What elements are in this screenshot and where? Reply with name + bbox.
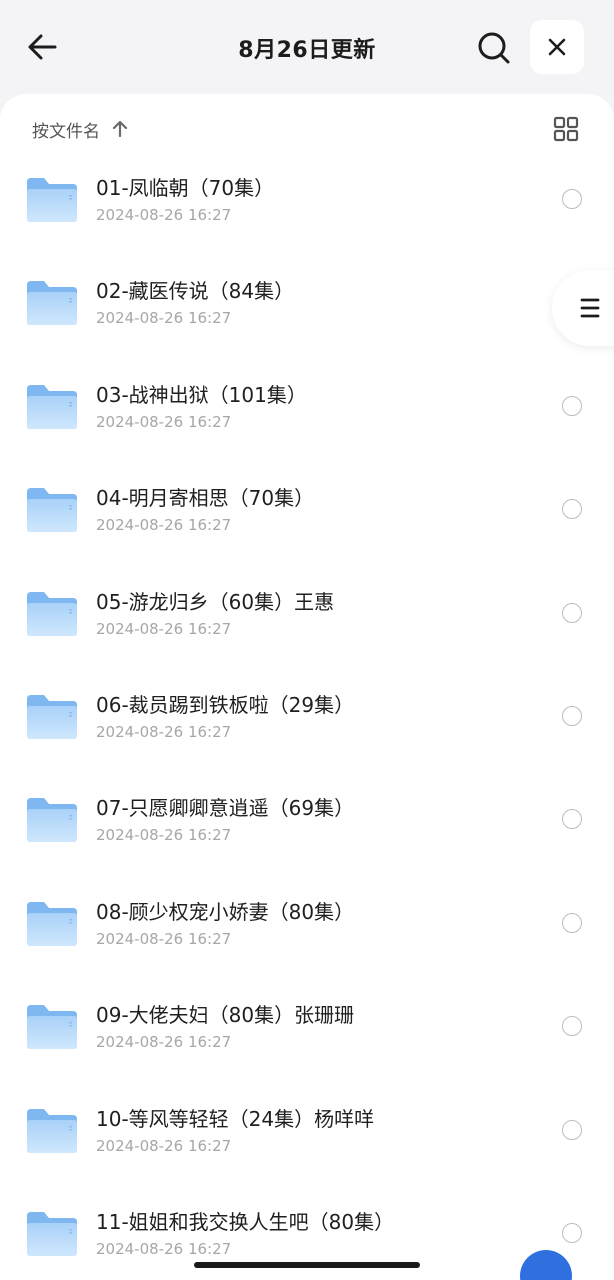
search-button[interactable] [473, 27, 515, 69]
folder-name: 06-裁员踢到铁板啦（29集） [96, 692, 355, 717]
list-item[interactable]: 06-裁员踢到铁板啦（29集） 2024-08-26 16:27 [0, 689, 614, 792]
folder-name: 10-等风等轻轻（24集）杨咩咩 [96, 1106, 375, 1131]
folder-date: 2024-08-26 16:27 [96, 619, 232, 638]
select-radio[interactable] [562, 395, 582, 416]
list-item[interactable]: 01-凤临朝（70集） 2024-08-26 16:27 [0, 172, 614, 275]
list-item[interactable]: 10-等风等轻轻（24集）杨咩咩 2024-08-26 16:27 [0, 1103, 614, 1206]
folder-icon [27, 591, 77, 636]
folder-name: 04-明月寄相思（70集） [96, 486, 315, 511]
folder-icon [27, 384, 77, 429]
search-icon [478, 32, 510, 64]
page-title: 8月26日更新 [238, 38, 376, 63]
folder-name: 03-战神出狱（101集） [96, 382, 307, 407]
select-radio[interactable] [562, 705, 582, 726]
select-radio[interactable] [562, 189, 582, 209]
list-item[interactable]: 04-明月寄相思（70集） 2024-08-26 16:27 [0, 482, 614, 585]
list-item[interactable]: 08-顾少权宠小娇妻（80集） 2024-08-26 16:27 [0, 896, 614, 999]
folder-date: 2024-08-26 16:27 [96, 1136, 232, 1155]
folder-name: 01-凤临朝（70集） [96, 176, 275, 200]
select-radio[interactable] [562, 499, 582, 520]
list-item[interactable]: 07-只愿卿卿意逍遥（69集） 2024-08-26 16:27 [0, 792, 614, 895]
folder-date: 2024-08-26 16:27 [96, 309, 232, 328]
sort-label: 按文件名 [32, 121, 100, 142]
folder-name: 09-大佬夫妇（80集）张珊珊 [96, 1003, 355, 1028]
select-radio[interactable] [562, 1119, 582, 1140]
file-browser-screen: 8月26日更新 按文件名 01-凤临朝（70集） 2024-08-26 16:2… [0, 0, 614, 1280]
folder-date: 2024-08-26 16:27 [96, 516, 232, 535]
select-radio[interactable] [562, 1222, 582, 1243]
folder-icon [27, 798, 77, 843]
select-radio[interactable] [562, 602, 582, 623]
close-icon [548, 38, 566, 56]
select-radio[interactable] [562, 912, 582, 933]
folder-date: 2024-08-26 16:27 [96, 826, 232, 845]
home-indicator[interactable] [194, 1262, 420, 1268]
folder-name: 08-顾少权宠小娇妻（80集） [96, 899, 355, 924]
folder-name: 05-游龙归乡（60集）王惠 [96, 589, 335, 614]
folder-icon [27, 1108, 77, 1153]
folder-icon [27, 694, 77, 739]
folder-icon [27, 1005, 77, 1050]
folder-date: 2024-08-26 16:27 [96, 1033, 232, 1052]
folder-date: 2024-08-26 16:27 [96, 722, 232, 741]
folder-icon [27, 488, 77, 533]
top-bar: 8月26日更新 [0, 0, 614, 96]
folder-date: 2024-08-26 16:27 [96, 929, 232, 948]
select-radio[interactable] [562, 1016, 582, 1037]
list-item[interactable]: 05-游龙归乡（60集）王惠 2024-08-26 16:27 [0, 586, 614, 689]
close-button[interactable] [530, 20, 584, 74]
menu-icon [580, 298, 600, 318]
grid-view-icon [553, 116, 579, 142]
folder-name: 02-藏医传说（84集） [96, 279, 295, 304]
folder-date: 2024-08-26 16:27 [96, 412, 232, 431]
sort-control[interactable]: 按文件名 [32, 114, 128, 144]
folder-date: 2024-08-26 16:27 [96, 1239, 232, 1258]
folder-date: 2024-08-26 16:27 [96, 206, 232, 224]
folder-icon [27, 901, 77, 946]
select-radio[interactable] [562, 809, 582, 830]
folder-list: 01-凤临朝（70集） 2024-08-26 16:27 02-藏医传说（84集） 2… [0, 172, 614, 1280]
folder-icon [27, 281, 77, 326]
list-item[interactable]: 02-藏医传说（84集） 2024-08-26 16:27 [0, 275, 614, 378]
list-item[interactable]: 03-战神出狱（101集） 2024-08-26 16:27 [0, 379, 614, 482]
folder-name: 11-姐姐和我交换人生吧（80集） [96, 1209, 395, 1234]
folder-icon [27, 178, 77, 222]
folder-name: 07-只愿卿卿意逍遥（69集） [96, 796, 355, 821]
arrow-up-icon [112, 120, 128, 138]
folder-icon [27, 1211, 77, 1256]
list-item[interactable]: 09-大佬夫妇（80集）张珊珊 2024-08-26 16:27 [0, 999, 614, 1102]
file-list-sheet: 按文件名 01-凤临朝（70集） 2024-08-26 16:27 02-藏医传说（… [0, 94, 614, 1280]
grid-view-button[interactable] [553, 116, 579, 142]
